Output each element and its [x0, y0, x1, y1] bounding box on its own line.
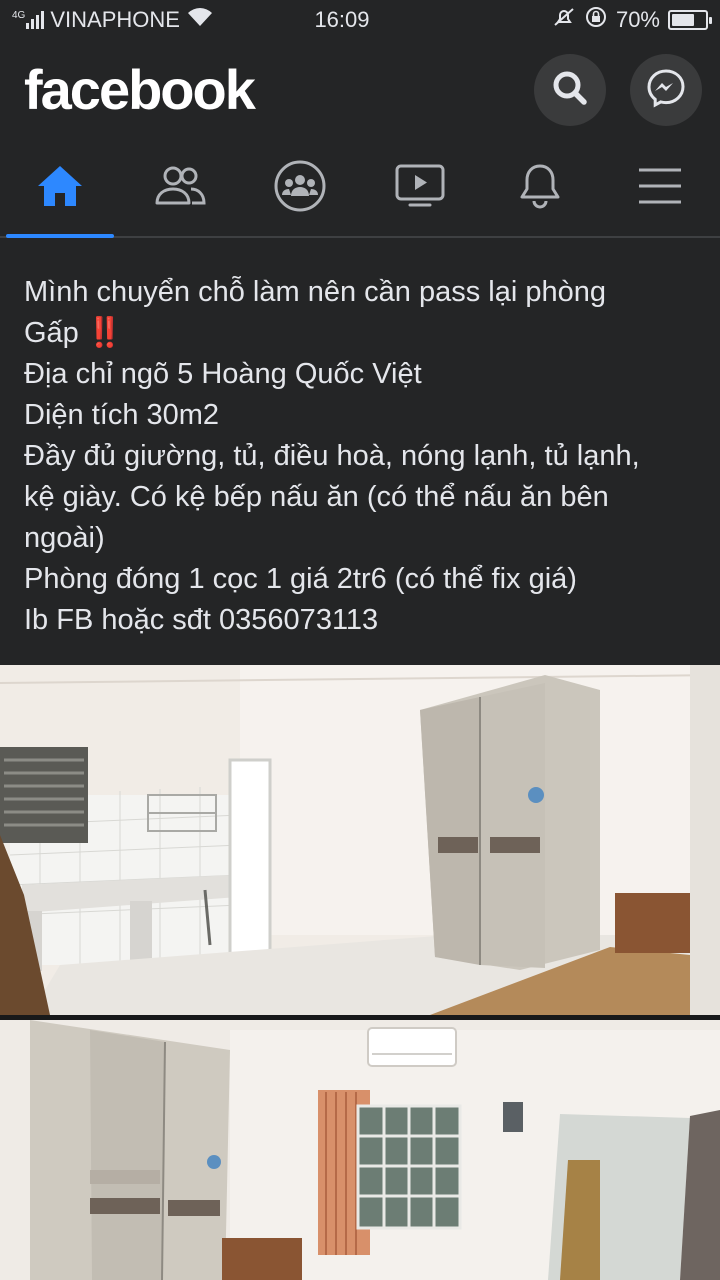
- battery-percent: 70%: [615, 7, 660, 32]
- tab-groups[interactable]: [240, 140, 360, 236]
- battery-fill: [672, 14, 695, 26]
- wifi-icon: [186, 6, 214, 34]
- post-line: Diện tích 30m2: [24, 399, 220, 431]
- signal-icon: 4G: [12, 10, 45, 29]
- room-photo-wardrobe-window[interactable]: [0, 1020, 720, 1280]
- post-line: Gấp: [24, 317, 79, 349]
- network-type: 4G: [12, 10, 26, 21]
- post-line: Đầy đủ giường, tủ, điều hoà, nóng lạnh, …: [24, 440, 640, 472]
- rotation-lock-icon: [584, 5, 608, 35]
- search-icon: [550, 68, 590, 113]
- messenger-button[interactable]: [630, 54, 702, 126]
- carrier-name: VINAPHONE: [50, 7, 180, 32]
- watch-icon: [394, 163, 446, 214]
- home-icon: [34, 162, 86, 215]
- post-body: Mình chuyển chỗ làm nên cần pass lại phò…: [0, 240, 720, 665]
- battery-icon: [668, 10, 712, 30]
- friends-icon: [153, 163, 207, 214]
- post-line: Phòng đóng 1 cọc 1 giá 2tr6 (có thể fix …: [24, 563, 577, 595]
- tab-notifications[interactable]: [480, 140, 600, 236]
- post-line: ngoài): [24, 522, 105, 554]
- tab-home[interactable]: [0, 140, 120, 238]
- status-time: 16:09: [314, 7, 370, 32]
- post-line: Ib FB hoặc sđt 0356073113: [24, 604, 379, 636]
- tab-friends[interactable]: [120, 140, 240, 236]
- search-button[interactable]: [534, 54, 606, 126]
- silent-icon: [552, 5, 576, 35]
- menu-icon: [637, 166, 683, 211]
- status-bar: 4G VINAPHONE 16:09 70%: [0, 0, 720, 40]
- tab-watch[interactable]: [360, 140, 480, 236]
- post-line: Địa chỉ ngõ 5 Hoàng Quốc Việt: [24, 358, 422, 390]
- facebook-logo[interactable]: facebook: [24, 57, 510, 122]
- messenger-icon: [645, 67, 687, 114]
- groups-icon: [273, 159, 327, 218]
- urgent-emoji: ‼️: [86, 317, 123, 349]
- post-line: Mình chuyển chỗ làm nên cần pass lại phò…: [24, 276, 606, 308]
- tab-menu[interactable]: [600, 140, 720, 236]
- post-line-urgent: Gấp ‼️: [24, 313, 696, 354]
- post-text: Mình chuyển chỗ làm nên cần pass lại phò…: [24, 272, 696, 641]
- room-photo-kitchen-wardrobe[interactable]: [0, 665, 720, 1015]
- post-line: kệ giày. Có kệ bếp nấu ăn (có thể nấu ăn…: [24, 481, 609, 513]
- app-header: facebook: [0, 40, 720, 140]
- nav-tabs: [0, 140, 720, 238]
- notifications-icon: [516, 161, 564, 216]
